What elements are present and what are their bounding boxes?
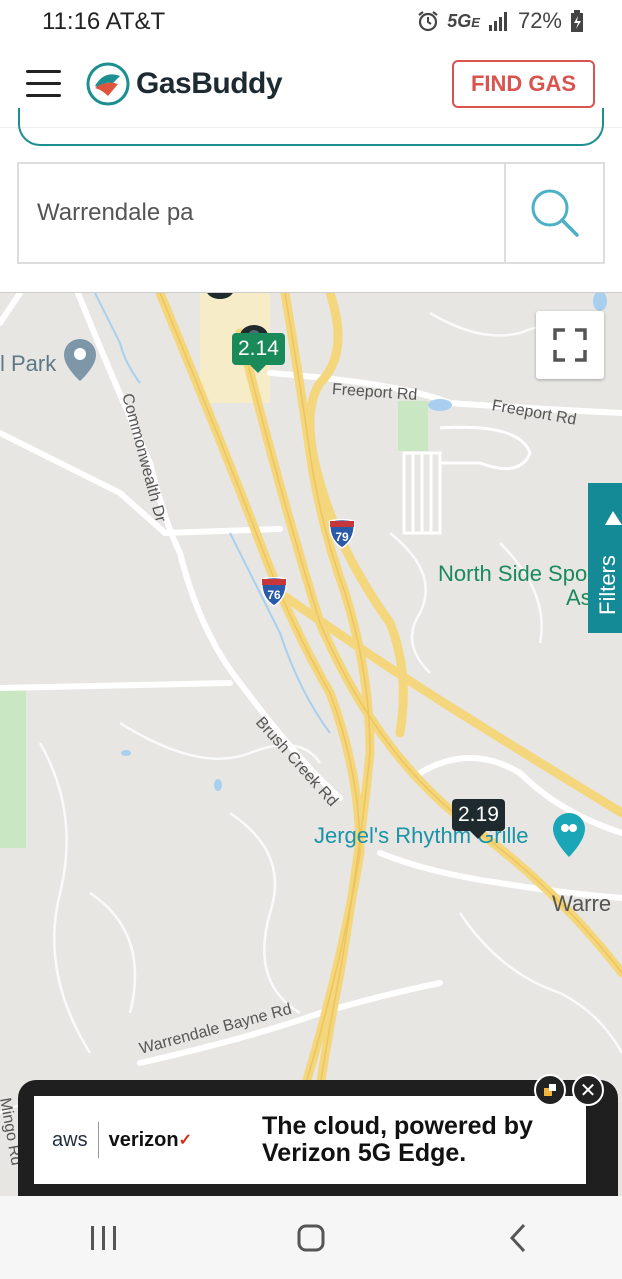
svg-text:79: 79	[335, 530, 349, 544]
ad-headline: The cloud, powered by Verizon 5G Edge.	[262, 1112, 533, 1167]
alarm-icon	[418, 11, 438, 32]
filters-label: Filters	[595, 555, 620, 615]
home-icon	[297, 1224, 325, 1251]
chevron-up-icon	[605, 511, 622, 525]
gasbuddy-logo-icon	[86, 62, 130, 106]
status-icons: 5GE 72%	[417, 8, 584, 34]
ad-content[interactable]: aws verizon ✓ The cloud, powered by Veri…	[34, 1096, 586, 1184]
ad-banner[interactable]: aws verizon ✓ The cloud, powered by Veri…	[18, 1074, 618, 1196]
price-pin[interactable]: 2.19	[452, 799, 505, 839]
map-view[interactable]: 79 76 l Park Commonwealth Dr Freeport Rd…	[0, 292, 622, 1196]
back-button[interactable]	[478, 1208, 558, 1268]
restaurant-marker-icon[interactable]	[553, 813, 585, 857]
i79-shield-icon: 79	[329, 519, 355, 549]
i76-shield-icon: 76	[261, 577, 287, 607]
recents-icon	[90, 1225, 116, 1250]
map-label-warren: Warre	[552, 891, 612, 916]
station-marker-icon[interactable]	[204, 292, 236, 301]
ad-verizon-logo: verizon	[108, 1128, 179, 1151]
verizon-check-icon: ✓	[178, 1132, 193, 1149]
recents-button[interactable]	[64, 1208, 144, 1268]
network-type: 5GE	[447, 10, 480, 31]
location-search-input[interactable]	[19, 164, 504, 262]
gasbuddy-logo[interactable]: GasBuddy	[86, 62, 283, 106]
find-gas-button[interactable]: FIND GAS	[452, 60, 595, 108]
map-canvas	[0, 293, 622, 1196]
map-label-park: l Park	[0, 351, 57, 376]
poi-label-north-side-1[interactable]: North Side Spo	[438, 561, 587, 587]
ad-aws-logo: aws	[52, 1128, 88, 1151]
system-nav-bar	[0, 1196, 622, 1279]
search-area	[0, 108, 622, 292]
status-time: 11:16 AT&T	[42, 8, 166, 35]
logo-text: GasBuddy	[136, 67, 283, 100]
fullscreen-icon	[553, 328, 587, 362]
price-pin[interactable]: 2.14	[232, 333, 285, 373]
home-button[interactable]	[271, 1208, 351, 1268]
ad-info-button[interactable]	[534, 1074, 566, 1106]
ad-divider	[97, 1122, 99, 1158]
ad-info-icon	[544, 1084, 556, 1096]
back-icon	[510, 1223, 526, 1252]
svg-text:76: 76	[267, 588, 281, 602]
battery-icon	[571, 10, 583, 32]
search-icon	[531, 189, 579, 237]
close-icon: ✕	[579, 1079, 597, 1102]
menu-icon[interactable]	[26, 70, 61, 98]
park-marker-icon[interactable]	[64, 339, 96, 381]
signal-icon	[488, 12, 507, 31]
search-button[interactable]	[504, 164, 603, 262]
battery-percent: 72%	[517, 8, 562, 33]
ad-close-button[interactable]: ✕	[572, 1074, 604, 1106]
status-bar: 11:16 AT&T 5GE 72%	[0, 0, 622, 44]
filters-tab[interactable]: Filters	[588, 483, 622, 633]
fullscreen-button[interactable]	[536, 311, 604, 379]
decorative-curve	[18, 108, 604, 146]
search-box	[17, 162, 605, 264]
